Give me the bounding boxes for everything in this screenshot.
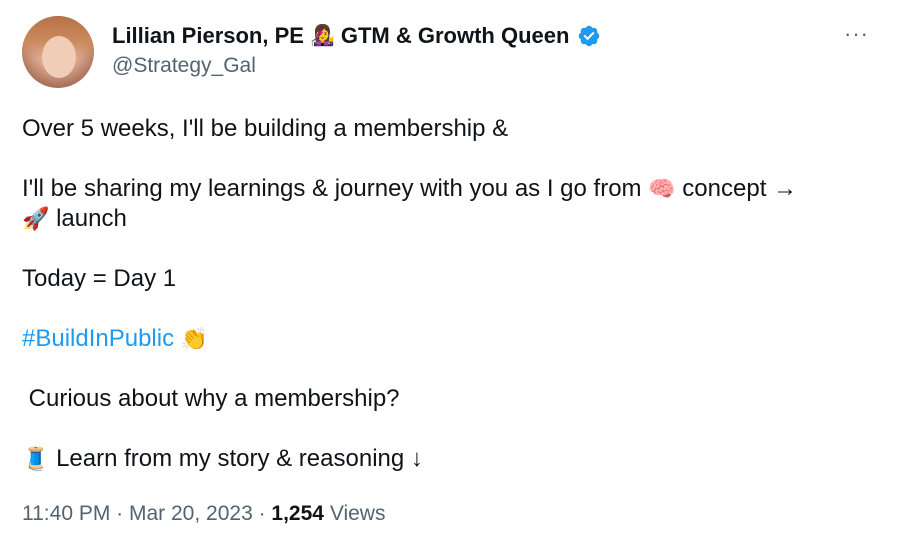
- tweet-header: Lillian Pierson, PE 👩‍🎤 GTM & Growth Que…: [112, 22, 601, 80]
- avatar-face: [42, 36, 76, 78]
- singer-emoji-icon: 👩‍🎤: [309, 25, 335, 47]
- meta-separator: ·: [252, 502, 272, 525]
- clapping-hands-emoji-icon: 👏: [180, 326, 209, 351]
- tweet-card: Lillian Pierson, PE 👩‍🎤 GTM & Growth Que…: [0, 0, 901, 549]
- tweet-line-text: Over 5 weeks, I'll be building a members…: [22, 115, 509, 142]
- meta-separator: ·: [110, 502, 129, 525]
- tweet-line: Curious about why a membership?: [22, 384, 872, 414]
- views-label[interactable]: Views: [330, 502, 386, 525]
- tweet-meta: 11:40 PM · Mar 20, 2023 · 1,254 Views: [22, 500, 385, 528]
- tweet-line: Over 5 weeks, I'll be building a members…: [22, 114, 872, 144]
- hashtag-link[interactable]: #BuildInPublic: [22, 325, 174, 352]
- tweet-time[interactable]: 11:40 PM: [22, 502, 110, 525]
- views-count[interactable]: 1,254: [271, 502, 324, 525]
- author-name-row[interactable]: Lillian Pierson, PE 👩‍🎤 GTM & Growth Que…: [112, 22, 601, 50]
- tweet-line-text: launch: [56, 205, 127, 232]
- tweet-line-text: Curious about why a membership?: [28, 385, 400, 412]
- rocket-emoji-icon: 🚀: [22, 206, 50, 231]
- tweet-line-text: Learn from my story & reasoning ↓: [56, 445, 423, 472]
- more-options-button[interactable]: ···: [844, 23, 869, 45]
- tweet-line: 🧵 Learn from my story & reasoning ↓: [22, 444, 872, 474]
- author-name[interactable]: Lillian Pierson, PE: [112, 22, 304, 50]
- author-handle[interactable]: @Strategy_Gal: [112, 52, 601, 80]
- tweet-date[interactable]: Mar 20, 2023: [129, 502, 253, 525]
- author-title[interactable]: GTM & Growth Queen: [341, 22, 570, 50]
- tweet-line-text: concept →: [682, 175, 798, 202]
- verified-badge-icon: [579, 25, 600, 47]
- thread-spool-emoji-icon: 🧵: [22, 446, 50, 471]
- avatar[interactable]: [22, 16, 94, 88]
- tweet-line-text: Today = Day 1: [22, 265, 177, 292]
- tweet-line-text: I'll be sharing my learnings & journey w…: [22, 175, 642, 202]
- brain-emoji-icon: 🧠: [648, 176, 676, 201]
- tweet-line: #BuildInPublic 👏: [22, 324, 872, 354]
- tweet-line: Today = Day 1: [22, 264, 872, 294]
- tweet-line: I'll be sharing my learnings & journey w…: [22, 174, 872, 234]
- tweet-text: Over 5 weeks, I'll be building a members…: [22, 114, 872, 474]
